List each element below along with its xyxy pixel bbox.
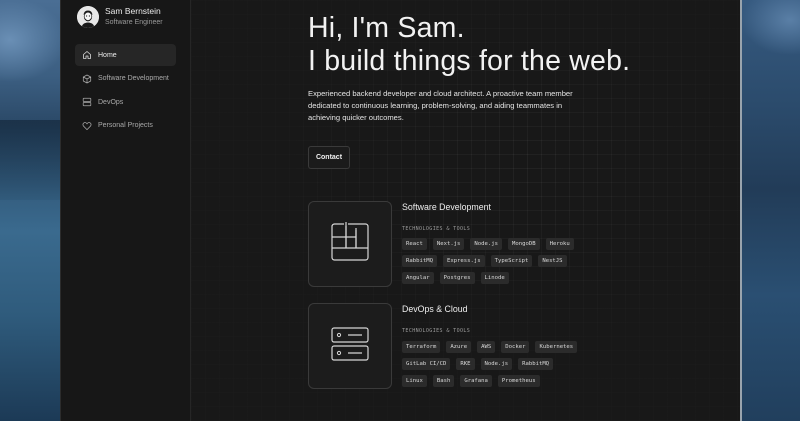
tag: Azure: [446, 341, 472, 353]
tag: NestJS: [538, 255, 567, 267]
tag: React: [402, 238, 427, 250]
tag: RabbitMQ: [402, 255, 437, 267]
tools-label: TECHNOLOGIES & TOOLS: [402, 328, 471, 334]
browser-window: Sam Bernstein Software Engineer Home Sof…: [60, 0, 742, 421]
tag: Bash: [432, 375, 455, 387]
tag: TypeScript: [490, 255, 533, 267]
sidebar-nav: Home Software Development DevOps Persona…: [75, 44, 176, 138]
server-icon: [82, 97, 92, 107]
sidebar-item-software-development[interactable]: Software Development: [75, 68, 176, 90]
tag: Grafana: [460, 375, 492, 387]
cube-icon: [82, 74, 92, 84]
tag: Linux: [402, 375, 427, 387]
tag-list: React Next.js Node.js MongoDB Heroku Rab…: [402, 238, 602, 289]
profile: Sam Bernstein Software Engineer: [77, 6, 163, 28]
profile-role: Software Engineer: [105, 19, 163, 26]
intro-paragraph: Experienced backend developer and cloud …: [308, 89, 573, 123]
sidebar-item-personal-projects[interactable]: Personal Projects: [75, 115, 176, 137]
tag: RKE: [456, 358, 475, 370]
hero-heading: Hi, I'm Sam. I build things for the web.: [308, 12, 630, 78]
sidebar-item-label: Software Development: [98, 75, 169, 82]
grid-layout-icon: [330, 221, 370, 267]
desktop-wallpaper-left: [0, 0, 62, 421]
tag: RabbitMQ: [518, 358, 554, 370]
section-title: Software Development: [402, 202, 491, 212]
hero-line-tagline: I build things for the web.: [308, 45, 631, 77]
tag: Node.js: [480, 358, 513, 370]
sidebar-item-label: Home: [98, 51, 117, 59]
tag: Express.js: [442, 255, 485, 267]
server-rack-icon: [330, 326, 370, 367]
profile-name: Sam Bernstein: [105, 6, 161, 16]
software-development-card: [308, 201, 392, 287]
tag: MongoDB: [508, 238, 540, 250]
tag: Kubernetes: [535, 341, 578, 353]
tag: Docker: [501, 341, 530, 353]
sidebar-item-devops[interactable]: DevOps: [75, 91, 176, 113]
tag: Next.js: [432, 238, 465, 250]
tag: Angular: [402, 272, 434, 284]
sidebar-item-label: Personal Projects: [98, 122, 153, 129]
tag: Node.js: [470, 238, 502, 250]
section-title: DevOps & Cloud: [402, 304, 468, 314]
avatar: [77, 6, 99, 28]
tag: Heroku: [545, 238, 574, 250]
tag: Terraform: [402, 341, 441, 353]
sidebar-item-home[interactable]: Home: [75, 44, 176, 66]
sidebar: Sam Bernstein Software Engineer Home Sof…: [61, 0, 191, 421]
heart-icon: [82, 121, 92, 131]
tag: Prometheus: [497, 375, 540, 387]
contact-button[interactable]: Contact: [308, 146, 350, 169]
tag: Postgres: [439, 272, 475, 284]
tag: Linode: [480, 272, 509, 284]
main-content: Hi, I'm Sam. I build things for the web.…: [191, 0, 740, 421]
tag-list: Terraform Azure AWS Docker Kubernetes Gi…: [402, 341, 602, 392]
devops-card: [308, 303, 392, 389]
sidebar-item-label: DevOps: [98, 98, 124, 106]
desktop-wallpaper-right: [740, 0, 800, 421]
home-icon: [82, 50, 92, 60]
tag: AWS: [477, 341, 496, 353]
tools-label: TECHNOLOGIES & TOOLS: [402, 226, 471, 232]
hero-line-greeting: Hi, I'm Sam.: [308, 12, 465, 44]
tag: GitLab CI/CD: [402, 358, 451, 370]
